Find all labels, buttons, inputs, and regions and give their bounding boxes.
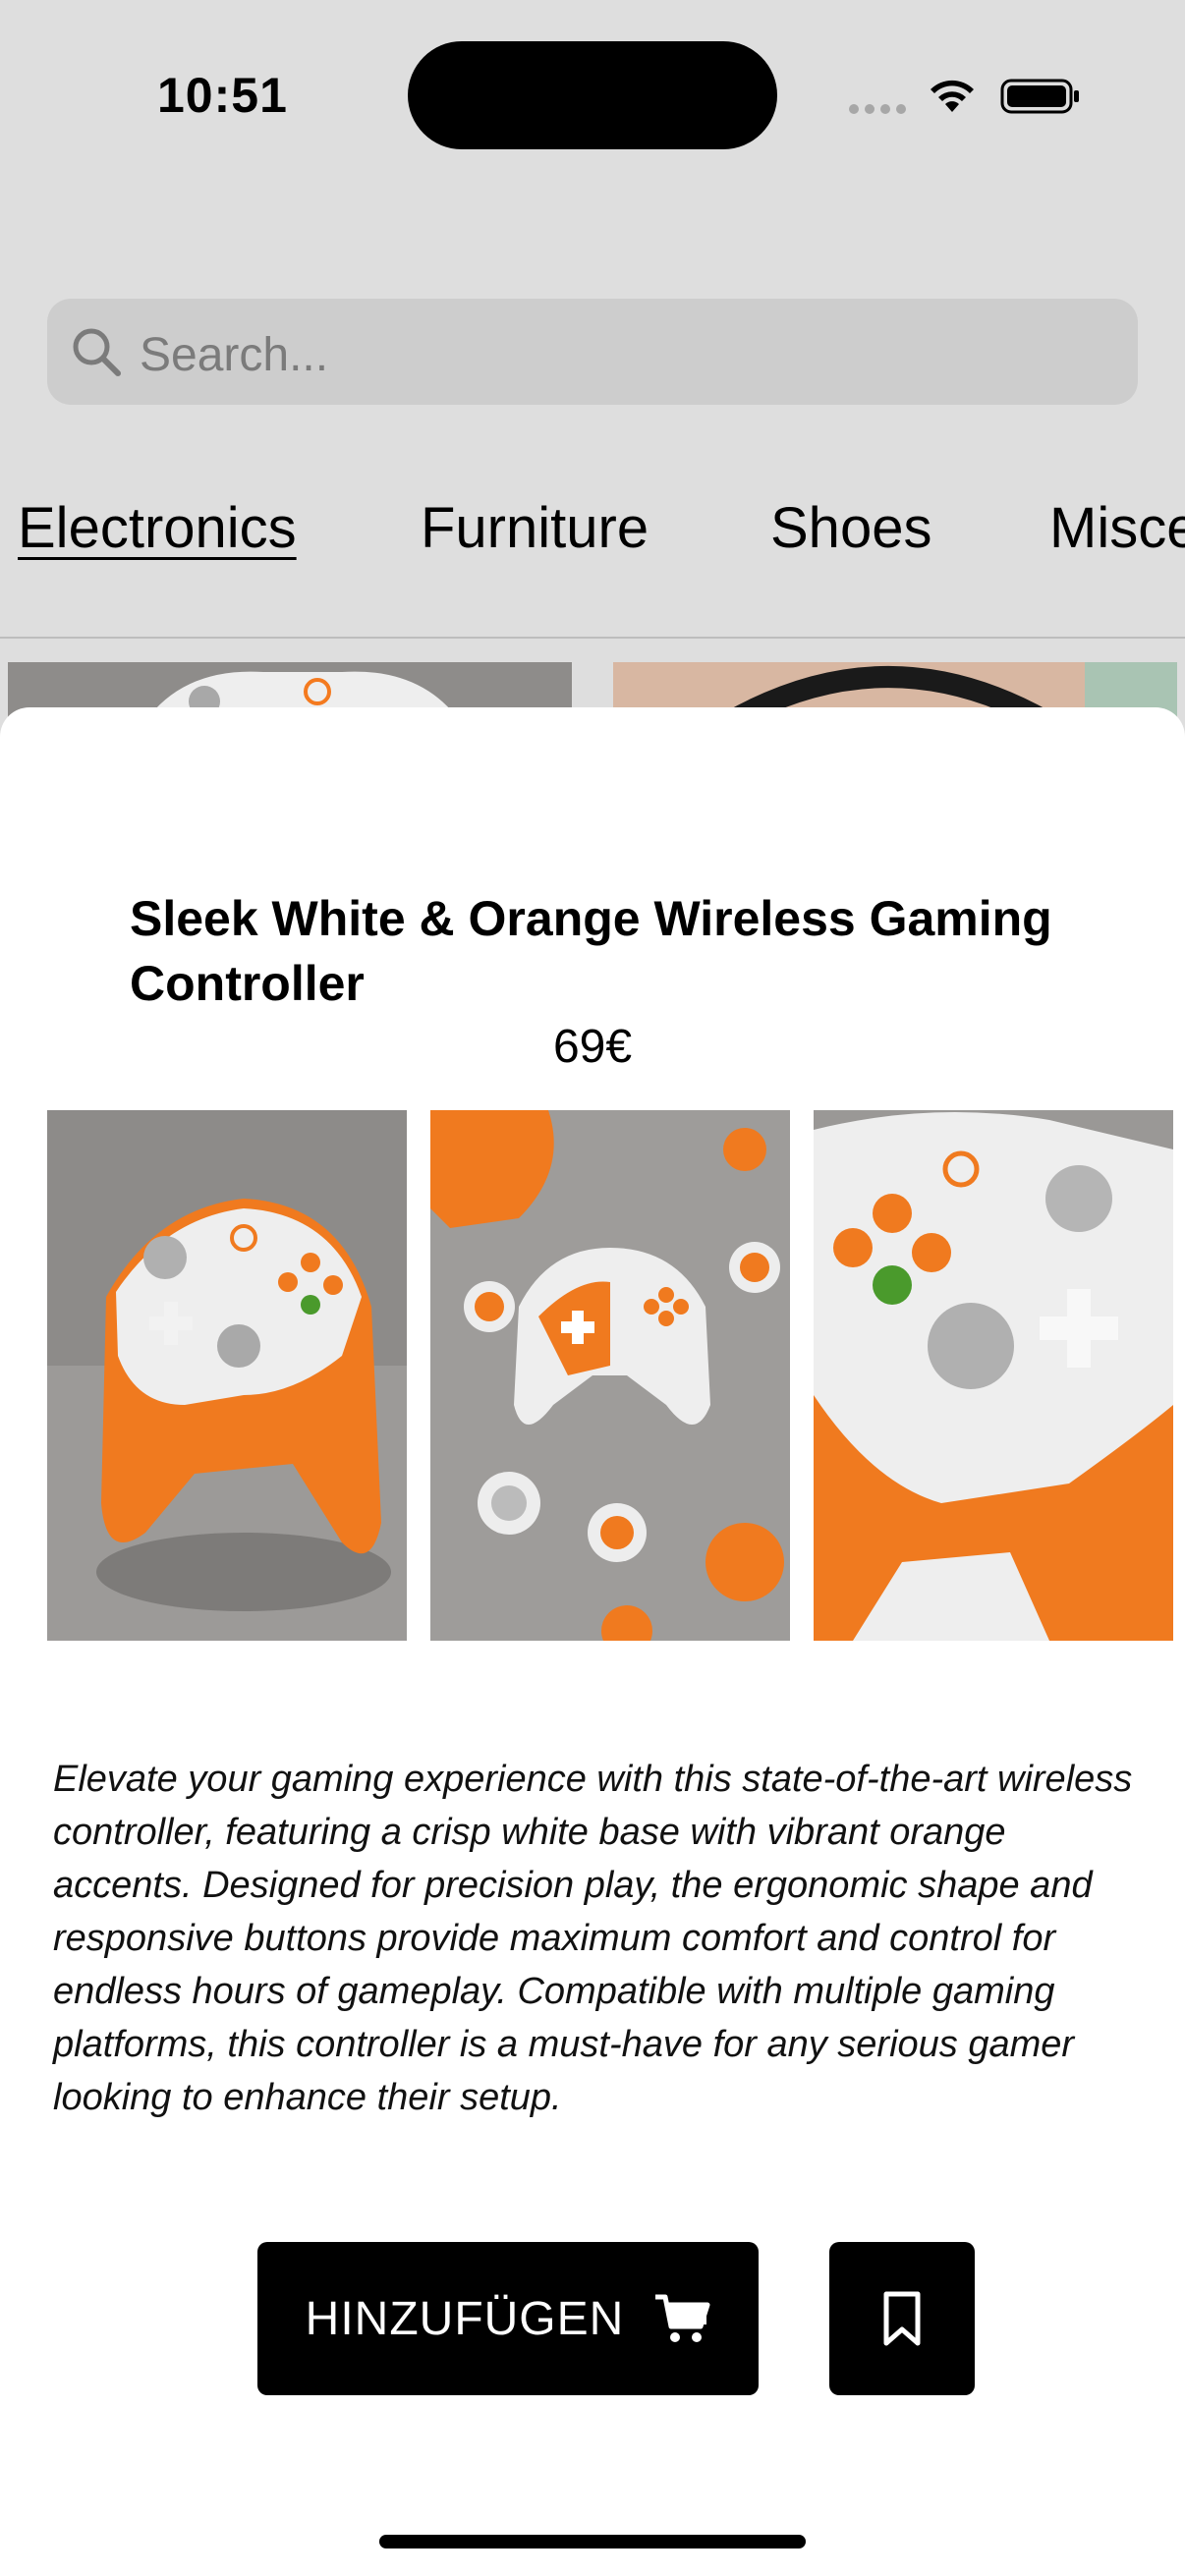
battery-icon — [1000, 79, 1079, 114]
product-description: Elevate your gaming experience with this… — [53, 1759, 1133, 2118]
product-price: 69€ — [552, 1021, 633, 1073]
search-bar[interactable]: Search... — [47, 299, 1138, 405]
product-image-1[interactable] — [47, 1110, 407, 1641]
status-bar: 10:51 — [0, 0, 1185, 187]
controller-angle-image — [47, 1110, 407, 1641]
product-image-2[interactable] — [430, 1110, 790, 1641]
wifi-icon — [931, 80, 974, 112]
cellular-signal-icon — [849, 104, 906, 114]
bookmark-button[interactable] — [829, 2242, 975, 2395]
cart-icon — [655, 2294, 710, 2342]
search-icon — [73, 328, 121, 376]
category-divider — [0, 637, 1185, 639]
category-tabs: Electronics Furniture Shoes Misce — [0, 495, 1185, 574]
search-input[interactable]: Search... — [140, 328, 328, 382]
product-detail-sheet: Sleek White & Orange Wireless Gaming Con… — [0, 707, 1185, 2576]
product-image-gallery[interactable] — [47, 1110, 1185, 1641]
product-title: Sleek White & Orange Wireless Gaming Con… — [130, 891, 1052, 1011]
product-image-3[interactable] — [814, 1110, 1173, 1641]
dynamic-island — [408, 41, 777, 149]
tab-miscellaneous[interactable]: Misce — [1049, 495, 1185, 561]
home-indicator[interactable] — [379, 2535, 806, 2548]
controller-closeup-image — [814, 1110, 1173, 1641]
tab-shoes[interactable]: Shoes — [770, 495, 931, 561]
status-time: 10:51 — [157, 68, 288, 123]
controller-flatlay-image — [430, 1110, 790, 1641]
add-to-cart-button[interactable]: HINZUFÜGEN — [257, 2242, 759, 2395]
bookmark-icon — [883, 2291, 921, 2346]
tab-furniture[interactable]: Furniture — [421, 495, 649, 561]
add-to-cart-label: HINZUFÜGEN — [305, 2292, 625, 2345]
tab-electronics[interactable]: Electronics — [18, 495, 297, 561]
